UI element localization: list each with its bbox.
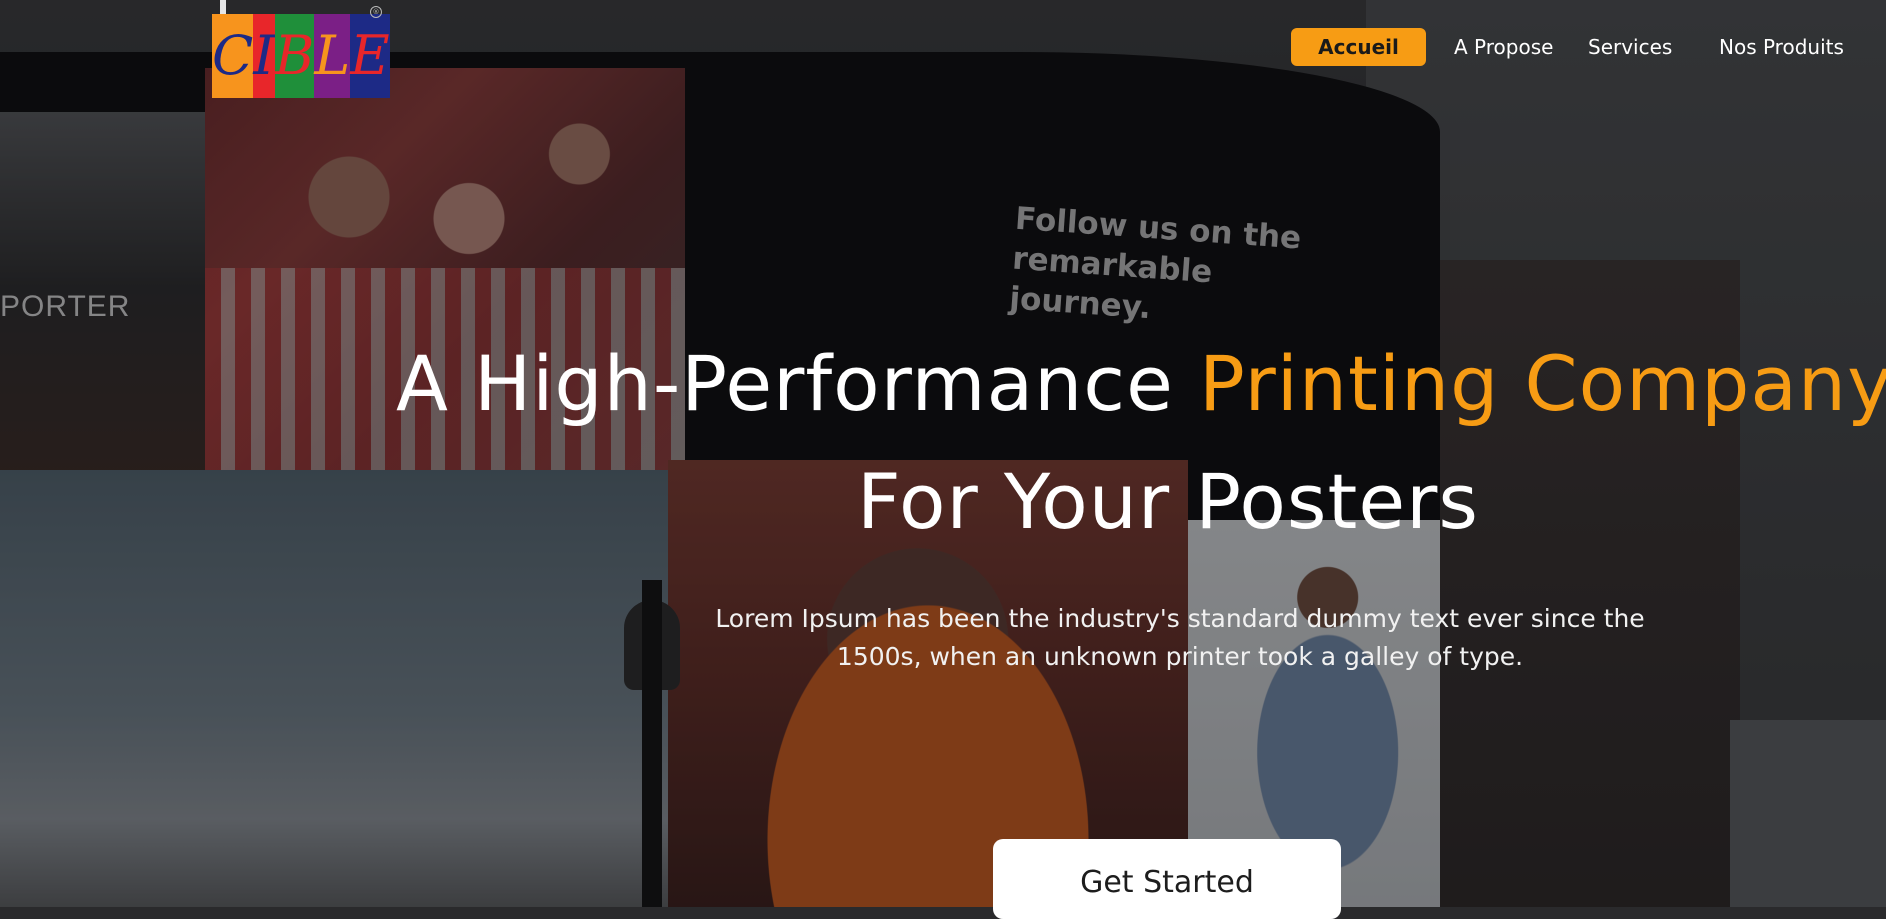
hero-title-accent: Printing Company <box>1199 339 1886 428</box>
get-started-button[interactable]: Get Started <box>993 839 1341 919</box>
dark-overlay <box>0 0 1886 907</box>
nav-item-a-propose[interactable]: A Propose <box>1454 28 1553 66</box>
hero-title-text: A High-Performance <box>396 339 1200 428</box>
nav-item-accueil[interactable]: Accueil <box>1291 28 1426 66</box>
hero-description: Lorem Ipsum has been the industry's stan… <box>715 604 1645 671</box>
nav-item-nos-produits[interactable]: Nos Produits <box>1719 28 1844 66</box>
hero-background: Follow us on the remarkable journey. POR… <box>0 0 1886 907</box>
main-nav: Accueil A Propose Services Nos Produits <box>0 0 1886 90</box>
hero-title: A High-Performance Printing Company <box>396 338 1886 430</box>
hero-subtitle: For Your Posters <box>857 457 1479 546</box>
nav-item-services[interactable]: Services <box>1588 28 1672 66</box>
